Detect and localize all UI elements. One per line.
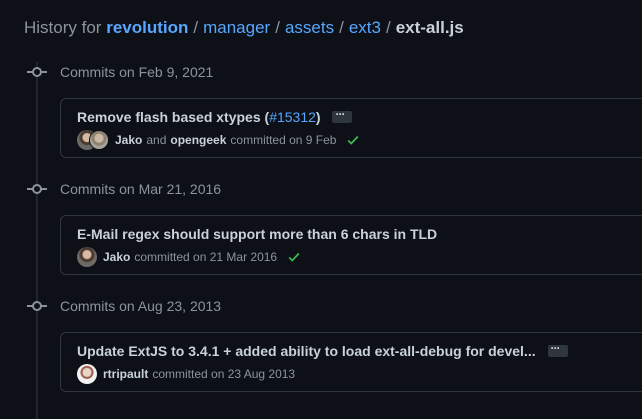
breadcrumb-separator: /: [275, 18, 280, 37]
commit-title: Remove flash based xtypes (#15312): [77, 107, 353, 125]
and-text: and: [146, 133, 167, 147]
avatar[interactable]: [77, 247, 97, 267]
avatar-stack: [77, 130, 109, 150]
commit-message-link[interactable]: E-Mail regex should support more than 6 …: [77, 226, 437, 242]
commit-history-page: History for revolution / manager / assets / ex…: [0, 0, 642, 419]
commit-title: E-Mail regex should support more than 6 …: [77, 226, 437, 242]
author-link[interactable]: opengeek: [170, 133, 226, 147]
commit-meta: Jako and opengeek committed on 9 Feb: [77, 130, 360, 150]
git-commit-icon: [27, 296, 47, 316]
current-file-name: ext-all.js: [395, 18, 464, 37]
commit-message-link[interactable]: Remove flash based xtypes (: [77, 109, 269, 125]
commit-meta: Jako committed on 21 Mar 2016: [77, 247, 301, 267]
committed-date: committed on 21 Mar 2016: [134, 250, 278, 264]
commit-title: Update ExtJS to 3.4.1 + added ability to…: [77, 341, 568, 359]
author-link[interactable]: rtripault: [103, 367, 148, 381]
breadcrumb: History for revolution / manager / assets / ex…: [24, 17, 464, 39]
breadcrumb-separator: /: [193, 18, 199, 37]
group-date: Commits on Mar 21, 2016: [60, 181, 222, 197]
breadcrumb-assets[interactable]: assets: [285, 18, 334, 37]
repo-link[interactable]: revolution: [106, 18, 188, 37]
breadcrumb-separator: /: [385, 18, 391, 37]
committed-date: committed on 9 Feb: [230, 133, 337, 147]
git-commit-icon: [27, 62, 47, 82]
git-commit-icon: [27, 179, 47, 199]
commit-message-link-suffix[interactable]: ): [316, 109, 321, 125]
commit-card: Remove flash based xtypes (#15312) Jako …: [60, 98, 642, 158]
author-link[interactable]: Jako: [103, 250, 130, 264]
avatar[interactable]: [77, 364, 97, 384]
check-icon[interactable]: [346, 133, 360, 147]
check-icon[interactable]: [287, 250, 301, 264]
commit-group-header: Commits on Mar 21, 2016: [27, 179, 221, 199]
breadcrumb-separator: /: [339, 18, 344, 37]
breadcrumb-manager[interactable]: manager: [203, 18, 270, 37]
expand-message-button[interactable]: [547, 341, 568, 358]
breadcrumb-ext3[interactable]: ext3: [349, 18, 381, 37]
history-prefix: History for: [24, 18, 102, 37]
avatar-stack: [77, 247, 97, 267]
avatar-stack: [77, 364, 97, 384]
avatar[interactable]: [89, 130, 109, 150]
author-link[interactable]: Jako: [115, 133, 142, 147]
commit-card: E-Mail regex should support more than 6 …: [60, 215, 642, 275]
commit-group-header: Commits on Aug 23, 2013: [27, 296, 221, 316]
commit-group-header: Commits on Feb 9, 2021: [27, 62, 213, 82]
committed-date: committed on 23 Aug 2013: [152, 367, 296, 381]
group-date: Commits on Aug 23, 2013: [60, 298, 222, 314]
commit-card: Update ExtJS to 3.4.1 + added ability to…: [60, 332, 642, 392]
group-date: Commits on Feb 9, 2021: [60, 64, 214, 80]
commit-meta: rtripault committed on 23 Aug 2013: [77, 364, 299, 384]
commit-message-link[interactable]: Update ExtJS to 3.4.1 + added ability to…: [77, 343, 536, 359]
timeline-line: [36, 62, 38, 419]
expand-message-button[interactable]: [332, 107, 353, 124]
pull-request-link[interactable]: #15312: [269, 109, 316, 125]
